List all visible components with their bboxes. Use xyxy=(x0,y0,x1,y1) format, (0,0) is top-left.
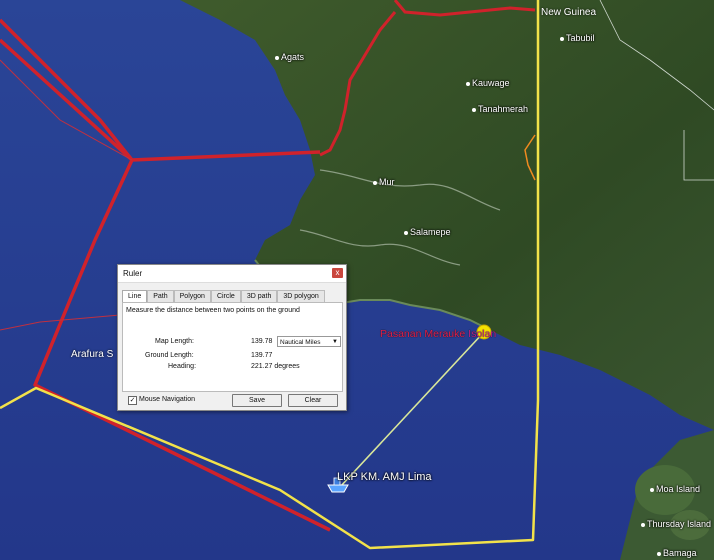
place-mur[interactable]: Mur xyxy=(373,177,395,187)
map-length-label: Map Length: xyxy=(155,338,194,345)
place-dot-icon xyxy=(657,551,661,556)
ruler-title: Ruler xyxy=(123,269,143,278)
heading-value: 221.27 degrees xyxy=(251,363,300,370)
pin-label-main: Pasanan Merauke xyxy=(380,328,466,340)
place-dot-icon xyxy=(373,180,377,185)
pin-label-tail: Isolan xyxy=(468,328,497,340)
place-moa-island[interactable]: Moa Island xyxy=(650,484,700,494)
place-dot-icon xyxy=(560,36,564,41)
place-salamepe[interactable]: Salamepe xyxy=(404,227,451,237)
place-kauwage[interactable]: Kauwage xyxy=(466,78,510,88)
ship-label: LKP KM. AMJ Lima xyxy=(337,471,432,483)
place-dot-icon xyxy=(472,107,476,112)
clear-button[interactable]: Clear xyxy=(288,394,338,407)
place-tanahmerah[interactable]: Tanahmerah xyxy=(472,104,528,114)
unit-select[interactable]: Nautical Miles ▼ xyxy=(277,336,341,347)
sea-label: Arafura S xyxy=(71,349,114,360)
place-label: Mur xyxy=(379,177,395,187)
tab-3d-polygon[interactable]: 3D polygon xyxy=(277,290,325,302)
place-label: Kauwage xyxy=(472,78,510,88)
place-label: Tanahmerah xyxy=(478,104,529,114)
region-label: New Guinea xyxy=(541,7,597,18)
place-agats[interactable]: Agats xyxy=(275,52,304,62)
close-icon[interactable]: x xyxy=(332,268,343,278)
place-label: Tabubil xyxy=(566,33,595,43)
place-label: Agats xyxy=(281,52,305,62)
place-thursday-island[interactable]: Thursday Island xyxy=(641,519,711,529)
ruler-tabs: Line Path Polygon Circle 3D path 3D poly… xyxy=(122,290,325,302)
tab-circle[interactable]: Circle xyxy=(210,290,241,302)
tab-3d-path[interactable]: 3D path xyxy=(240,290,278,302)
place-label: Moa Island xyxy=(656,484,701,494)
ruler-panel: Measure the distance between two points … xyxy=(122,302,343,392)
place-label: Thursday Island xyxy=(647,519,712,529)
place-label: Bamaga xyxy=(663,548,697,558)
ground-length-value: 139.77 xyxy=(251,352,273,359)
ruler-titlebar[interactable]: Ruler x xyxy=(118,265,346,283)
mouse-navigation-checkbox[interactable]: ✓ xyxy=(128,396,137,405)
save-button[interactable]: Save xyxy=(232,394,282,407)
ruler-dialog: Ruler x Line Path Polygon Circle 3D path… xyxy=(117,264,347,411)
place-tabubil[interactable]: Tabubil xyxy=(560,33,595,43)
place-bamaga[interactable]: Bamaga xyxy=(657,548,697,558)
place-dot-icon xyxy=(275,55,279,60)
chevron-down-icon: ▼ xyxy=(332,339,338,345)
heading-label: Heading: xyxy=(168,363,197,370)
pin-label: Pasanan Merauke Isolan xyxy=(380,328,496,340)
tab-line[interactable]: Line xyxy=(122,290,148,302)
place-dot-icon xyxy=(650,487,654,492)
tab-path[interactable]: Path xyxy=(147,290,174,302)
map-length-value: 139.78 xyxy=(251,338,273,345)
ruler-footer: ✓ Mouse Navigation Save Clear xyxy=(122,393,341,407)
place-label: Salamepe xyxy=(410,227,451,237)
place-dot-icon xyxy=(404,230,408,235)
tab-polygon[interactable]: Polygon xyxy=(173,290,211,302)
place-dot-icon xyxy=(641,522,645,527)
ground-length-label: Ground Length: xyxy=(145,352,194,359)
unit-select-value: Nautical Miles xyxy=(280,339,321,346)
place-dot-icon xyxy=(466,81,470,86)
mouse-navigation-label: Mouse Navigation xyxy=(139,396,196,403)
ruler-description: Measure the distance between two points … xyxy=(126,307,300,314)
